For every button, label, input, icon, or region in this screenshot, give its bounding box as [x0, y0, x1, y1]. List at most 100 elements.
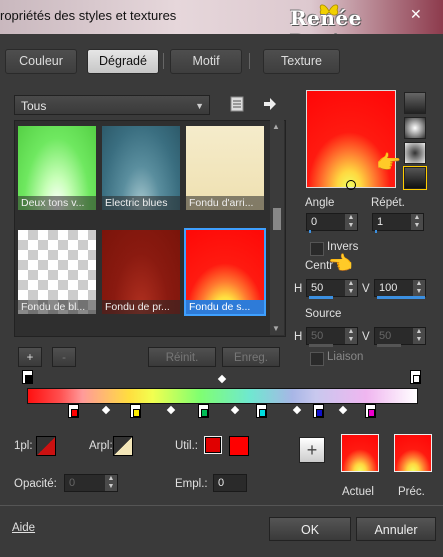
tab-motif[interactable]: Motif: [170, 49, 242, 74]
preset-thumb-selected[interactable]: Fondu de s...: [184, 228, 266, 316]
source-v-value: 50: [379, 330, 392, 342]
source-h-input[interactable]: 50 ▲ ▼: [306, 327, 358, 347]
color-stop-magenta[interactable]: [365, 404, 376, 418]
preset-thumb[interactable]: Fondu d'arri...: [186, 126, 264, 210]
reset-button[interactable]: Réinit.: [148, 347, 216, 367]
preset-scrollbar[interactable]: ▲ ▼: [270, 120, 284, 335]
remove-preset-button[interactable]: -: [52, 347, 76, 367]
color-stop-green[interactable]: [198, 404, 209, 418]
source-h-value: 50: [311, 330, 324, 342]
preset-label: Fondu d'arri...: [186, 196, 264, 210]
linear-style-button[interactable]: [404, 92, 426, 114]
spin-arrows-icon[interactable]: ▲ ▼: [411, 214, 423, 230]
opacity-input[interactable]: 0 ▲ ▼: [64, 474, 118, 492]
help-link[interactable]: Aide: [12, 522, 35, 534]
tab-texture[interactable]: Texture: [263, 49, 340, 74]
preset-thumb[interactable]: Electric blues: [102, 126, 180, 210]
source-h-label: H: [294, 331, 303, 343]
link-checkbox[interactable]: [310, 352, 324, 366]
center-v-input[interactable]: 100 ▲ ▼: [374, 279, 426, 299]
center-label: Centr: [305, 260, 334, 272]
spin-arrows-icon[interactable]: ▲ ▼: [413, 328, 425, 344]
document-icon[interactable]: [230, 96, 244, 112]
spin-arrows-icon[interactable]: ▲ ▼: [345, 214, 357, 230]
arrow-right-icon[interactable]: [263, 97, 277, 111]
color-stop-cyan[interactable]: [256, 404, 267, 418]
tab-separator: [163, 53, 164, 69]
spin-arrows-icon[interactable]: ▲ ▼: [413, 280, 425, 296]
preset-label: Fondu de bl...: [18, 300, 96, 314]
previous-label: Préc.: [398, 486, 425, 498]
category-value: Tous: [21, 99, 47, 113]
stop-color-swatch[interactable]: [229, 436, 249, 456]
repeat-slider[interactable]: [375, 230, 377, 233]
rear-swatch[interactable]: [113, 436, 133, 456]
chevron-down-icon: ▼: [195, 101, 204, 111]
cancel-button[interactable]: Annuler: [356, 517, 436, 541]
repeat-input[interactable]: 1 ▲ ▼: [372, 213, 424, 233]
preset-thumb[interactable]: Deux tons v...: [18, 126, 96, 210]
center-h-value: 50: [311, 282, 324, 294]
preset-label: Fondu de pr...: [102, 300, 180, 314]
source-label: Source: [305, 308, 342, 320]
color-stop-yellow[interactable]: [130, 404, 141, 418]
footer-divider: [0, 505, 443, 506]
pointing-hand-icon: 👉: [376, 152, 401, 174]
source-h-slider[interactable]: [309, 344, 333, 347]
spin-arrows-icon[interactable]: ▲ ▼: [105, 475, 117, 491]
angle-input[interactable]: 0 ▲ ▼: [306, 213, 358, 233]
current-preview[interactable]: [341, 434, 379, 472]
center-h-label: H: [294, 283, 303, 295]
opacity-value: 0: [69, 477, 76, 489]
color-stop-blue[interactable]: [313, 404, 324, 418]
category-dropdown[interactable]: Tous ▼: [14, 95, 210, 115]
spin-arrows-icon[interactable]: ▲ ▼: [345, 280, 357, 296]
opacity-label: Opacité:: [14, 478, 57, 490]
fill-stop-marker[interactable]: [410, 370, 421, 384]
preset-label: Fondu de s...: [186, 300, 264, 314]
invert-checkbox[interactable]: [310, 242, 324, 256]
preset-thumb[interactable]: Fondu de pr...: [102, 230, 180, 314]
angle-slider[interactable]: [309, 230, 311, 233]
use-color-swatch[interactable]: [204, 436, 222, 454]
tab-couleur[interactable]: Couleur: [5, 49, 77, 74]
source-v-label: V: [362, 331, 370, 343]
center-h-slider[interactable]: [309, 296, 333, 299]
source-v-slider[interactable]: [377, 344, 401, 347]
location-label: Empl.:: [175, 478, 208, 490]
center-handle[interactable]: [346, 180, 356, 190]
title-bar: ropriétés des styles et textures Renée D…: [0, 0, 443, 54]
center-h-input[interactable]: 50 ▲ ▼: [306, 279, 358, 299]
spin-arrows-icon[interactable]: ▲ ▼: [345, 328, 357, 344]
rectangular-style-button[interactable]: [404, 117, 426, 139]
gradient-bar[interactable]: [27, 388, 418, 404]
location-value: 0: [218, 477, 225, 489]
angle-value: 0: [311, 216, 318, 228]
rear-label: Arpl:: [89, 440, 113, 452]
center-v-slider[interactable]: [377, 296, 425, 299]
add-preset-button[interactable]: +: [18, 347, 42, 367]
scroll-down-icon[interactable]: ▼: [272, 324, 280, 333]
ok-button[interactable]: OK: [269, 517, 351, 541]
repeat-value: 1: [377, 216, 384, 228]
add-swatch-button[interactable]: +: [299, 437, 325, 463]
link-label: Liaison: [327, 351, 364, 363]
previous-preview[interactable]: [394, 434, 432, 472]
use-label: Util.:: [175, 440, 198, 452]
center-v-value: 100: [379, 282, 398, 294]
scroll-thumb[interactable]: [273, 208, 281, 230]
preset-thumb[interactable]: Fondu de bl...: [18, 230, 96, 314]
tab-degrade[interactable]: Dégradé: [87, 49, 159, 74]
fill-stop-marker[interactable]: [22, 370, 33, 384]
tab-separator: [249, 53, 250, 69]
preset-label: Deux tons v...: [18, 196, 96, 210]
scroll-up-icon[interactable]: ▲: [272, 122, 280, 131]
save-button[interactable]: Enreg.: [222, 347, 280, 367]
location-input[interactable]: 0: [213, 474, 247, 492]
sunburst-style-button[interactable]: [404, 142, 426, 164]
fill-swatch[interactable]: [36, 436, 56, 456]
close-button[interactable]: ✕: [410, 6, 422, 23]
source-v-input[interactable]: 50 ▲ ▼: [374, 327, 426, 347]
radial-style-button[interactable]: [403, 166, 427, 190]
color-stop-red[interactable]: [68, 404, 79, 418]
